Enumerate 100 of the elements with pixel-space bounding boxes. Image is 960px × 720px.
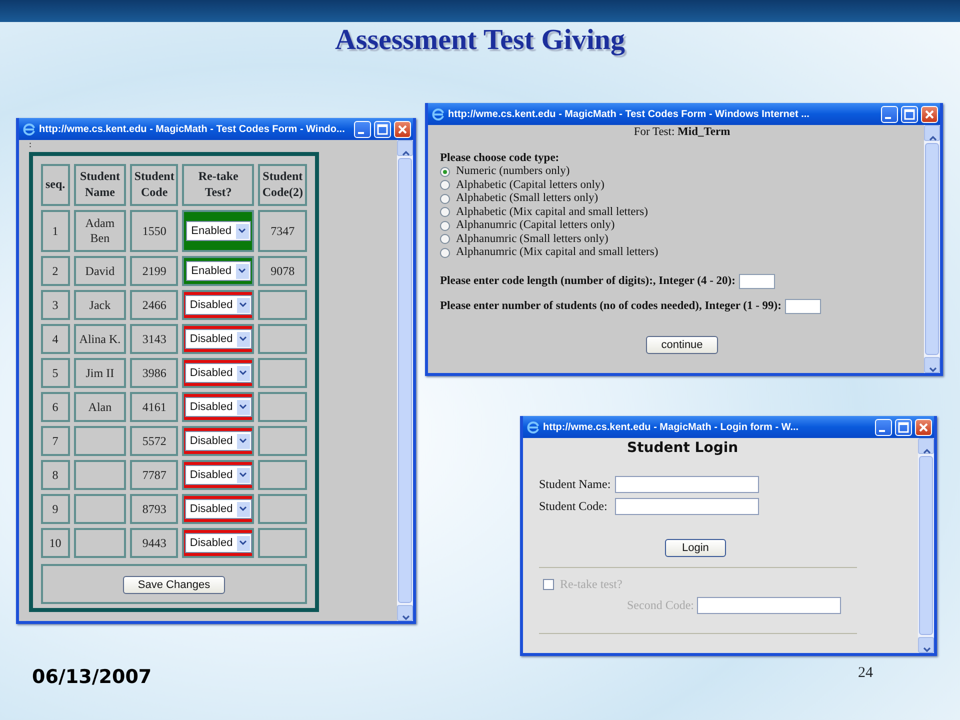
status-dropdown[interactable]: Disabled	[184, 431, 252, 451]
window-title: http://wme.cs.kent.edu - MagicMath - Test Codes Form - Windows Internet ...	[448, 108, 810, 120]
input-field[interactable]	[697, 597, 841, 614]
caret-icon	[236, 264, 249, 278]
window-title: http://wme.cs.kent.edu - MagicMath - Test Codes Form - Windo...	[39, 124, 346, 134]
save-changes-button[interactable]: Save Changes	[122, 576, 226, 594]
maximize-icon	[898, 422, 909, 432]
scroll-down-icon[interactable]	[918, 637, 934, 653]
close-button[interactable]	[915, 418, 932, 436]
slide-date: 06/13/2007	[32, 666, 152, 688]
scroll-up-icon[interactable]	[397, 140, 413, 156]
scrollbar[interactable]	[924, 125, 940, 373]
table-cell: 7	[41, 426, 70, 456]
table-cell: 9	[41, 494, 70, 524]
caret-icon	[236, 332, 250, 346]
field-label: Please enter number of students (no of codes needed), Integer (1 - 99):	[440, 300, 782, 312]
table-cell	[258, 460, 307, 490]
radio-button[interactable]	[440, 207, 450, 218]
status-dropdown[interactable]: Disabled	[184, 329, 252, 349]
minimize-button[interactable]	[354, 120, 371, 138]
radio-button[interactable]	[440, 220, 450, 231]
scroll-thumb[interactable]	[925, 143, 939, 355]
table-cell	[74, 494, 126, 524]
table-cell: 7347	[258, 210, 307, 252]
close-icon	[924, 108, 935, 120]
option-label: Alphabetic (Mix capital and small letters)	[456, 206, 648, 219]
maximize-button[interactable]	[895, 418, 912, 436]
table-cell: 4161	[130, 392, 178, 422]
option-label: Alphabetic (Small letters only)	[456, 192, 598, 206]
maximize-icon	[904, 108, 915, 120]
slide-title: Assessment Test Giving	[334, 24, 626, 57]
close-button[interactable]	[394, 120, 411, 138]
caret-icon	[236, 502, 250, 516]
browser-icon	[432, 108, 445, 120]
scroll-thumb[interactable]	[919, 456, 933, 635]
maximize-button[interactable]	[374, 120, 391, 138]
radio-button[interactable]	[440, 194, 450, 204]
status-dropdown[interactable]: Disabled	[184, 295, 252, 315]
option-label: Numeric (numbers only)	[456, 165, 570, 178]
page-marker: :	[28, 140, 33, 148]
option-label: Alphanumric (Small letters only)	[456, 232, 608, 246]
continue-button[interactable]: continue	[646, 336, 718, 354]
status-dropdown[interactable]: Disabled	[184, 363, 252, 383]
minimize-icon	[879, 430, 885, 432]
caret-icon	[236, 468, 250, 482]
column-header: Student Code(2)	[258, 164, 307, 206]
radio-button[interactable]	[440, 166, 450, 177]
input-field[interactable]	[614, 476, 759, 493]
radio-button[interactable]	[440, 180, 450, 190]
minimize-button[interactable]	[875, 418, 892, 436]
status-dropdown[interactable]: Disabled	[184, 533, 252, 553]
table-cell	[258, 324, 307, 354]
minimize-icon	[885, 116, 891, 118]
input-field[interactable]	[739, 274, 776, 288]
radio-button[interactable]	[440, 234, 450, 244]
table-cell: 10	[41, 528, 70, 558]
scrollbar[interactable]	[397, 140, 413, 621]
caret-icon	[236, 366, 250, 380]
close-button[interactable]	[921, 106, 938, 122]
table-cell	[258, 358, 307, 388]
maximize-button[interactable]	[901, 106, 918, 122]
input-field[interactable]	[785, 298, 822, 314]
column-header: seq.	[41, 164, 70, 206]
scroll-down-icon[interactable]	[397, 605, 413, 621]
table-cell: 2	[41, 256, 70, 286]
table-cell: Alan	[74, 392, 126, 422]
scroll-down-icon[interactable]	[924, 357, 940, 373]
table-cell: 3986	[130, 358, 178, 388]
radio-button[interactable]	[440, 248, 450, 258]
table-cell: 8	[41, 460, 70, 490]
scroll-up-icon[interactable]	[918, 438, 934, 454]
table-cell: 9078	[258, 256, 307, 286]
status-dropdown[interactable]: Enabled	[186, 221, 251, 241]
minimize-button[interactable]	[881, 106, 898, 122]
table-cell: 9443	[130, 528, 178, 558]
table-cell: Jack	[74, 290, 126, 320]
table-cell	[74, 460, 126, 490]
option-label: Alphanumric (Mix capital and small letters)	[456, 246, 658, 260]
close-icon	[918, 422, 929, 432]
browser-icon	[527, 420, 540, 434]
scroll-thumb[interactable]	[398, 158, 412, 603]
checkbox-label: Re-take test?	[560, 577, 622, 592]
status-dropdown[interactable]: Disabled	[184, 499, 252, 519]
status-dropdown[interactable]: Disabled	[184, 397, 252, 417]
login-button[interactable]: Login	[665, 539, 726, 557]
scrollbar[interactable]	[918, 438, 934, 653]
status-dropdown[interactable]: Enabled	[186, 261, 251, 281]
code-type-prompt: Please choose code type:	[440, 151, 560, 165]
table-cell: 4	[41, 324, 70, 354]
field-label: Second Code:	[627, 598, 694, 613]
status-dropdown[interactable]: Disabled	[184, 465, 252, 485]
column-header: Re-take Test?	[182, 164, 254, 206]
minimize-icon	[358, 132, 364, 134]
login-heading: Student Login	[626, 440, 740, 456]
table-cell: 7787	[130, 460, 178, 490]
table-cell: 1	[41, 210, 70, 252]
input-field[interactable]	[614, 498, 759, 515]
table-cell: 6	[41, 392, 70, 422]
scroll-up-icon[interactable]	[924, 125, 940, 141]
table-cell: Adam Ben	[74, 210, 126, 252]
